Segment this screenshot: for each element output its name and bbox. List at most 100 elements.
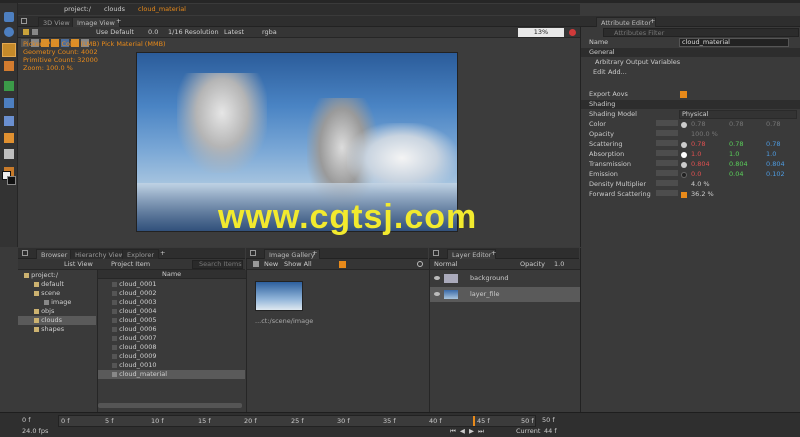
- opacity-field[interactable]: 1.0: [554, 260, 564, 269]
- attr-v1[interactable]: 100.0 %: [691, 130, 718, 139]
- select-tool-icon[interactable]: [4, 149, 14, 159]
- rotate-tool-icon[interactable]: [4, 27, 14, 37]
- erase-tool-icon[interactable]: [4, 133, 14, 143]
- smear-tool-icon[interactable]: [4, 116, 14, 126]
- attr-v2[interactable]: 0.78: [729, 140, 743, 149]
- eyedropper-icon[interactable]: [4, 61, 14, 71]
- attributes-filter[interactable]: Attributes Filter: [603, 28, 799, 37]
- tree-item-shapes[interactable]: shapes: [18, 325, 96, 334]
- layer-row-file[interactable]: layer_file: [430, 287, 580, 302]
- paint-tool-icon[interactable]: [2, 43, 16, 57]
- tab-image-view[interactable]: Image View: [72, 17, 120, 27]
- refresh-icon[interactable]: [417, 261, 423, 267]
- tree-item-scene[interactable]: scene: [18, 289, 96, 298]
- attr-v2[interactable]: 0.78: [729, 120, 743, 129]
- breadcrumb-clouds[interactable]: clouds: [104, 5, 125, 14]
- new-button[interactable]: New: [264, 260, 278, 269]
- version-dropdown[interactable]: Latest: [224, 28, 244, 37]
- list-item[interactable]: cloud_0009: [98, 352, 245, 361]
- list-item[interactable]: cloud_0006: [98, 325, 245, 334]
- tab-explorer[interactable]: Explorer: [122, 249, 160, 259]
- new-icon[interactable]: [253, 261, 259, 267]
- start-frame-field[interactable]: 0 f: [22, 416, 31, 425]
- lock-icon[interactable]: [22, 250, 28, 256]
- tree-item-project[interactable]: project:/: [18, 271, 96, 280]
- tab-browser[interactable]: Browser: [36, 249, 73, 259]
- attr-v1[interactable]: 1.0: [691, 150, 701, 159]
- list-item[interactable]: cloud_0004: [98, 307, 245, 316]
- lock-icon[interactable]: [250, 250, 256, 256]
- stamp-tool-icon[interactable]: [4, 98, 14, 108]
- add-tab-icon[interactable]: +: [312, 249, 317, 258]
- gallery-thumbnail[interactable]: [255, 281, 303, 311]
- color-swatch[interactable]: [681, 172, 687, 178]
- shading-dropdown[interactable]: Use Default: [96, 28, 134, 37]
- image-tool-icon[interactable]: [4, 81, 14, 91]
- channels-dropdown[interactable]: rgba: [262, 28, 277, 37]
- playback-controls[interactable]: ⏮ ◀ ▶ ⏭: [450, 427, 485, 436]
- tab-layer-editor[interactable]: Layer Editor: [447, 249, 497, 259]
- browser-scrollbar[interactable]: [98, 403, 242, 408]
- eye-icon[interactable]: [434, 276, 440, 280]
- eye-icon[interactable]: [434, 292, 440, 296]
- tab-attribute-editor[interactable]: Attribute Editor: [596, 17, 657, 27]
- tree-item-default[interactable]: default: [18, 280, 96, 289]
- background-color-icon[interactable]: [7, 176, 16, 185]
- attr-v2[interactable]: 1.0: [729, 150, 739, 159]
- name-field[interactable]: cloud_material: [679, 38, 789, 47]
- breadcrumb-root[interactable]: project:/: [64, 5, 91, 14]
- section-general[interactable]: General: [581, 48, 800, 57]
- attr-v3[interactable]: 0.804: [766, 160, 785, 169]
- attr-v3[interactable]: 0.102: [766, 170, 785, 179]
- attr-v1[interactable]: 0.78: [691, 140, 705, 149]
- layer-row-background[interactable]: background: [430, 271, 580, 286]
- attr-v1[interactable]: 36.2 %: [691, 190, 714, 199]
- end-frame-field[interactable]: 50 f: [542, 416, 555, 425]
- image-viewport[interactable]: Picker: Pick Color (LMB) Pick Material (…: [18, 38, 580, 247]
- attr-v3[interactable]: 0.78: [766, 120, 780, 129]
- attr-v1[interactable]: 4.0 %: [691, 180, 710, 189]
- list-item[interactable]: cloud_0001: [98, 280, 245, 289]
- add-tab-icon[interactable]: +: [491, 249, 496, 258]
- zoom-field[interactable]: 13%: [518, 28, 564, 37]
- exposure-field[interactable]: 0.0: [148, 28, 158, 37]
- search-items-input[interactable]: Search Items: [192, 260, 243, 269]
- shading-model-dropdown[interactable]: Physical: [679, 110, 797, 119]
- color-swatch[interactable]: [681, 162, 687, 168]
- settings-icon[interactable]: [32, 29, 38, 35]
- list-view-dropdown[interactable]: List View: [64, 260, 93, 269]
- list-item[interactable]: cloud_0002: [98, 289, 245, 298]
- tree-item-objs[interactable]: objs: [18, 307, 96, 316]
- gallery-option-icon[interactable]: [339, 261, 346, 268]
- color-swatch[interactable]: [681, 122, 687, 128]
- aov-label[interactable]: Arbitrary Output Variables: [595, 58, 680, 67]
- project-item-dropdown[interactable]: Project Item: [111, 260, 150, 269]
- color-swatch[interactable]: [681, 142, 687, 148]
- breadcrumb-material[interactable]: cloud_material: [138, 5, 186, 14]
- show-all-dropdown[interactable]: Show All: [284, 260, 312, 269]
- playhead[interactable]: [473, 416, 475, 426]
- display-mode-icon[interactable]: [23, 29, 29, 35]
- current-frame-field[interactable]: 44 f: [544, 427, 557, 436]
- list-item[interactable]: cloud_0007: [98, 334, 245, 343]
- lock-icon[interactable]: [21, 18, 27, 24]
- add-tab-icon[interactable]: +: [650, 17, 655, 26]
- tree-item-clouds[interactable]: clouds: [18, 316, 96, 325]
- column-header-name[interactable]: Name: [98, 270, 246, 279]
- list-item[interactable]: cloud_0003: [98, 298, 245, 307]
- attr-v2[interactable]: 0.04: [729, 170, 743, 179]
- list-item[interactable]: cloud_material: [98, 370, 245, 379]
- lock-icon[interactable]: [433, 250, 439, 256]
- keyframe-icon[interactable]: [681, 192, 687, 198]
- tree-item-image[interactable]: image: [18, 298, 96, 307]
- timeline-ruler[interactable]: 0 f 5 f 10 f 15 f 20 f 25 f 30 f 35 f 40…: [58, 415, 536, 427]
- move-tool-icon[interactable]: [4, 12, 14, 22]
- section-shading[interactable]: Shading: [581, 100, 800, 109]
- list-item[interactable]: cloud_0005: [98, 316, 245, 325]
- attr-v3[interactable]: 0.78: [766, 140, 780, 149]
- add-tab-icon[interactable]: +: [116, 17, 121, 26]
- color-swatch[interactable]: [681, 152, 687, 158]
- add-tab-icon[interactable]: +: [160, 249, 165, 258]
- resolution-dropdown[interactable]: 1/16 Resolution: [168, 28, 219, 37]
- attr-v1[interactable]: 0.0: [691, 170, 701, 179]
